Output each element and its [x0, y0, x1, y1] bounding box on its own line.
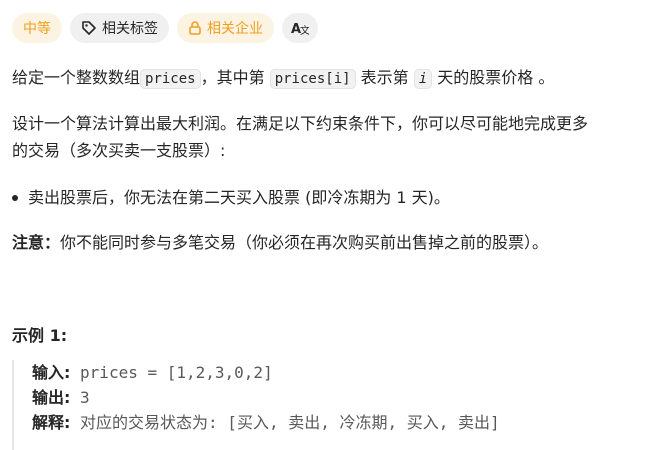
- translate-icon: A文: [291, 20, 309, 36]
- related-companies-button[interactable]: 相关企业: [177, 13, 274, 43]
- desc-text: ，其中第: [200, 68, 270, 87]
- note-label: 注意：: [12, 233, 61, 252]
- example-title: 示例 1:: [12, 326, 68, 345]
- lock-icon: [188, 20, 202, 36]
- output-value: 3: [70, 388, 90, 407]
- desc-text: 表示第: [355, 68, 414, 87]
- explain-label: 解释:: [32, 413, 71, 432]
- example-output: 输出: 3: [32, 385, 632, 410]
- description-line-2: 设计一个算法计算出最大利润。在满足以下约束条件下，你可以尽可能地完成更多: [12, 114, 589, 133]
- description-line-1: 给定一个整数数组 prices ，其中第 prices[i] 表示第 i 天的股票价…: [12, 65, 554, 92]
- example-block: 输入: prices = [1,2,3,0,2] 输出: 3 解释: 对应的交易…: [12, 360, 632, 450]
- problem-description: 中等 相关标签 相关企业 A文 给定一个整数数组 prices ，其中第 price…: [0, 0, 645, 450]
- constraint-list-item: 卖出股票后，你无法在第二天买入股票 (即冷冻期为 1 天)。: [12, 185, 450, 211]
- bullet-dot: [12, 195, 18, 201]
- code-prices-i: prices[i]: [269, 69, 356, 89]
- input-label: 输入:: [32, 363, 71, 382]
- explain-value: 对应的交易状态为: [买入, 卖出, 冷冻期, 买入, 卖出]: [70, 413, 500, 432]
- output-label: 输出:: [32, 388, 71, 407]
- note: 注意：你不能同时参与多笔交易（你必须在再次购买前出售掉之前的股票）。: [12, 230, 548, 256]
- tag-bar: 中等 相关标签 相关企业 A文: [12, 13, 318, 43]
- difficulty-label: 中等: [23, 21, 51, 37]
- difficulty-badge: 中等: [12, 13, 62, 43]
- example-input: 输入: prices = [1,2,3,0,2]: [32, 360, 632, 385]
- tag-icon: [81, 20, 97, 36]
- desc-text: 天的股票价格 。: [432, 68, 555, 87]
- related-tags-button[interactable]: 相关标签: [70, 13, 169, 43]
- code-i: i: [413, 69, 433, 89]
- note-text: 你不能同时参与多笔交易（你必须在再次购买前出售掉之前的股票）。: [60, 233, 549, 252]
- example-explanation: 解释: 对应的交易状态为: [买入, 卖出, 冷冻期, 买入, 卖出]: [32, 410, 632, 435]
- input-value: prices = [1,2,3,0,2]: [70, 363, 273, 382]
- translate-button[interactable]: A文: [282, 13, 318, 43]
- related-tags-label: 相关标签: [102, 21, 158, 37]
- related-companies-label: 相关企业: [207, 21, 263, 37]
- desc-text: 给定一个整数数组: [12, 68, 141, 87]
- svg-text:文: 文: [300, 24, 309, 36]
- description-line-3: 的交易（多次买卖一支股票）:: [12, 141, 226, 160]
- constraint-text: 卖出股票后，你无法在第二天买入股票 (即冷冻期为 1 天)。: [28, 188, 450, 207]
- code-prices: prices: [140, 69, 201, 89]
